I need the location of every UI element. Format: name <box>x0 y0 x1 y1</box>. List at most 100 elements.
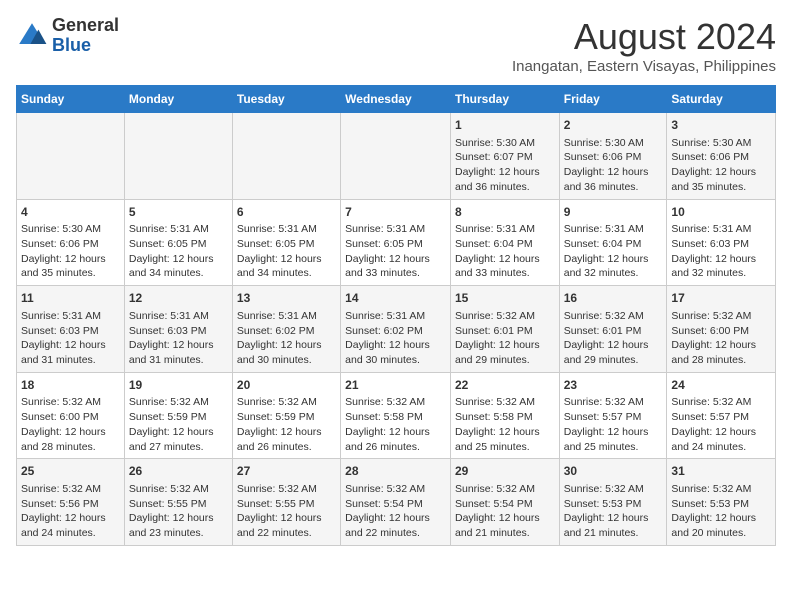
calendar-table: SundayMondayTuesdayWednesdayThursdayFrid… <box>16 85 776 546</box>
cell-content: Sunrise: 5:32 AM Sunset: 6:01 PM Dayligh… <box>564 309 663 368</box>
calendar-cell <box>124 113 232 200</box>
day-number: 10 <box>671 204 771 221</box>
calendar-cell: 2 Sunrise: 5:30 AM Sunset: 6:06 PM Daylig… <box>559 113 667 200</box>
calendar-cell: 12Sunrise: 5:31 AM Sunset: 6:03 PM Dayli… <box>124 286 232 373</box>
cell-content: Sunrise: 5:31 AM Sunset: 6:02 PM Dayligh… <box>345 309 446 368</box>
cell-content: Sunrise: 5:32 AM Sunset: 5:53 PM Dayligh… <box>671 482 771 541</box>
cell-content: Sunrise: 5:32 AM Sunset: 5:59 PM Dayligh… <box>237 395 336 454</box>
cell-content: Sunrise: 5:30 AM Sunset: 6:06 PM Dayligh… <box>21 222 120 281</box>
calendar-cell: 10Sunrise: 5:31 AM Sunset: 6:03 PM Dayli… <box>667 199 776 286</box>
cell-content: Sunrise: 5:32 AM Sunset: 5:57 PM Dayligh… <box>564 395 663 454</box>
calendar-subtitle: Inangatan, Eastern Visayas, Philippines <box>512 58 776 75</box>
calendar-cell: 11 Sunrise: 5:31 AM Sunset: 6:03 PM Dayli… <box>17 286 125 373</box>
day-number: 2 <box>564 117 663 134</box>
logo: General Blue <box>16 16 119 56</box>
day-number: 8 <box>455 204 555 221</box>
day-number: 13 <box>237 290 336 307</box>
calendar-cell: 31 Sunrise: 5:32 AM Sunset: 5:53 PM Dayli… <box>667 459 776 546</box>
cell-content: Sunrise: 5:31 AM Sunset: 6:03 PM Dayligh… <box>21 309 120 368</box>
calendar-cell: 9Sunrise: 5:31 AM Sunset: 6:04 PM Daylig… <box>559 199 667 286</box>
cell-content: Sunrise: 5:32 AM Sunset: 5:54 PM Dayligh… <box>345 482 446 541</box>
calendar-cell: 5Sunrise: 5:31 AM Sunset: 6:05 PM Daylig… <box>124 199 232 286</box>
cell-content: Sunrise: 5:31 AM Sunset: 6:02 PM Dayligh… <box>237 309 336 368</box>
calendar-cell: 13 Sunrise: 5:31 AM Sunset: 6:02 PM Dayli… <box>232 286 340 373</box>
col-header-saturday: Saturday <box>667 86 776 113</box>
calendar-cell: 26 Sunrise: 5:32 AM Sunset: 5:55 PM Dayli… <box>124 459 232 546</box>
day-number: 26 <box>129 463 228 480</box>
cell-content: Sunrise: 5:32 AM Sunset: 6:00 PM Dayligh… <box>21 395 120 454</box>
cell-content: Sunrise: 5:32 AM Sunset: 5:54 PM Dayligh… <box>455 482 555 541</box>
col-header-monday: Monday <box>124 86 232 113</box>
cell-content: Sunrise: 5:32 AM Sunset: 5:58 PM Dayligh… <box>455 395 555 454</box>
cell-content: Sunrise: 5:30 AM Sunset: 6:07 PM Dayligh… <box>455 136 555 195</box>
cell-content: Sunrise: 5:30 AM Sunset: 6:06 PM Dayligh… <box>564 136 663 195</box>
day-number: 14 <box>345 290 446 307</box>
calendar-cell <box>17 113 125 200</box>
calendar-cell: 19Sunrise: 5:32 AM Sunset: 5:59 PM Dayli… <box>124 372 232 459</box>
calendar-cell: 7Sunrise: 5:31 AM Sunset: 6:05 PM Daylig… <box>341 199 451 286</box>
cell-content: Sunrise: 5:31 AM Sunset: 6:05 PM Dayligh… <box>345 222 446 281</box>
day-number: 11 <box>21 290 120 307</box>
week-row-1: 1 Sunrise: 5:30 AM Sunset: 6:07 PM Daylig… <box>17 113 776 200</box>
day-number: 20 <box>237 377 336 394</box>
week-row-4: 18Sunrise: 5:32 AM Sunset: 6:00 PM Dayli… <box>17 372 776 459</box>
day-number: 29 <box>455 463 555 480</box>
day-number: 4 <box>21 204 120 221</box>
day-number: 27 <box>237 463 336 480</box>
cell-content: Sunrise: 5:32 AM Sunset: 5:56 PM Dayligh… <box>21 482 120 541</box>
calendar-cell: 16Sunrise: 5:32 AM Sunset: 6:01 PM Dayli… <box>559 286 667 373</box>
day-number: 5 <box>129 204 228 221</box>
col-header-thursday: Thursday <box>450 86 559 113</box>
cell-content: Sunrise: 5:31 AM Sunset: 6:03 PM Dayligh… <box>671 222 771 281</box>
day-number: 22 <box>455 377 555 394</box>
calendar-cell: 23Sunrise: 5:32 AM Sunset: 5:57 PM Dayli… <box>559 372 667 459</box>
cell-content: Sunrise: 5:31 AM Sunset: 6:03 PM Dayligh… <box>129 309 228 368</box>
week-row-3: 11 Sunrise: 5:31 AM Sunset: 6:03 PM Dayli… <box>17 286 776 373</box>
calendar-cell <box>232 113 340 200</box>
week-row-5: 25 Sunrise: 5:32 AM Sunset: 5:56 PM Dayli… <box>17 459 776 546</box>
day-number: 24 <box>671 377 771 394</box>
cell-content: Sunrise: 5:32 AM Sunset: 5:57 PM Dayligh… <box>671 395 771 454</box>
cell-content: Sunrise: 5:32 AM Sunset: 5:53 PM Dayligh… <box>564 482 663 541</box>
page-header: General Blue August 2024 Inangatan, East… <box>16 16 776 75</box>
calendar-cell: 8Sunrise: 5:31 AM Sunset: 6:04 PM Daylig… <box>450 199 559 286</box>
calendar-cell <box>341 113 451 200</box>
calendar-cell: 30 Sunrise: 5:32 AM Sunset: 5:53 PM Dayli… <box>559 459 667 546</box>
cell-content: Sunrise: 5:32 AM Sunset: 5:55 PM Dayligh… <box>129 482 228 541</box>
header-row: SundayMondayTuesdayWednesdayThursdayFrid… <box>17 86 776 113</box>
day-number: 25 <box>21 463 120 480</box>
day-number: 21 <box>345 377 446 394</box>
day-number: 30 <box>564 463 663 480</box>
title-block: August 2024 Inangatan, Eastern Visayas, … <box>512 16 776 75</box>
cell-content: Sunrise: 5:32 AM Sunset: 5:58 PM Dayligh… <box>345 395 446 454</box>
calendar-cell: 1 Sunrise: 5:30 AM Sunset: 6:07 PM Daylig… <box>450 113 559 200</box>
day-number: 23 <box>564 377 663 394</box>
calendar-cell: 22Sunrise: 5:32 AM Sunset: 5:58 PM Dayli… <box>450 372 559 459</box>
cell-content: Sunrise: 5:30 AM Sunset: 6:06 PM Dayligh… <box>671 136 771 195</box>
week-row-2: 4Sunrise: 5:30 AM Sunset: 6:06 PM Daylig… <box>17 199 776 286</box>
cell-content: Sunrise: 5:31 AM Sunset: 6:05 PM Dayligh… <box>129 222 228 281</box>
calendar-header: SundayMondayTuesdayWednesdayThursdayFrid… <box>17 86 776 113</box>
day-number: 9 <box>564 204 663 221</box>
cell-content: Sunrise: 5:32 AM Sunset: 5:59 PM Dayligh… <box>129 395 228 454</box>
day-number: 18 <box>21 377 120 394</box>
day-number: 7 <box>345 204 446 221</box>
logo-icon <box>16 20 48 52</box>
calendar-cell: 27Sunrise: 5:32 AM Sunset: 5:55 PM Dayli… <box>232 459 340 546</box>
calendar-cell: 3 Sunrise: 5:30 AM Sunset: 6:06 PM Daylig… <box>667 113 776 200</box>
calendar-cell: 29 Sunrise: 5:32 AM Sunset: 5:54 PM Dayli… <box>450 459 559 546</box>
cell-content: Sunrise: 5:31 AM Sunset: 6:04 PM Dayligh… <box>455 222 555 281</box>
cell-content: Sunrise: 5:32 AM Sunset: 6:00 PM Dayligh… <box>671 309 771 368</box>
day-number: 3 <box>671 117 771 134</box>
col-header-wednesday: Wednesday <box>341 86 451 113</box>
calendar-cell: 24Sunrise: 5:32 AM Sunset: 5:57 PM Dayli… <box>667 372 776 459</box>
calendar-title: August 2024 <box>512 16 776 58</box>
calendar-cell: 18Sunrise: 5:32 AM Sunset: 6:00 PM Dayli… <box>17 372 125 459</box>
calendar-cell: 25 Sunrise: 5:32 AM Sunset: 5:56 PM Dayli… <box>17 459 125 546</box>
cell-content: Sunrise: 5:32 AM Sunset: 6:01 PM Dayligh… <box>455 309 555 368</box>
day-number: 31 <box>671 463 771 480</box>
day-number: 1 <box>455 117 555 134</box>
calendar-cell: 15Sunrise: 5:32 AM Sunset: 6:01 PM Dayli… <box>450 286 559 373</box>
calendar-cell: 21Sunrise: 5:32 AM Sunset: 5:58 PM Dayli… <box>341 372 451 459</box>
col-header-friday: Friday <box>559 86 667 113</box>
